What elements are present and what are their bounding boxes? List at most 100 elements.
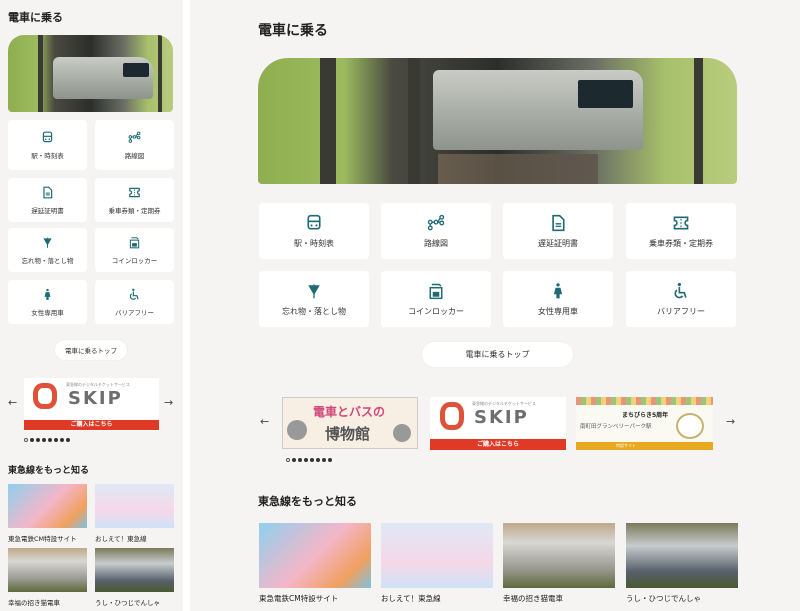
carousel-dot[interactable] — [48, 438, 52, 442]
menu-item-1[interactable]: 路線図 — [381, 203, 491, 259]
carousel-dot[interactable] — [54, 438, 58, 442]
menu-item-label: 女性専用車 — [538, 306, 578, 316]
menu-item-label: 路線図 — [424, 238, 448, 248]
carousel-dot[interactable] — [24, 438, 28, 442]
carousel-dot[interactable] — [36, 438, 40, 442]
more-item-label[interactable]: 東急電鉄CM特設サイト — [259, 593, 338, 604]
q-logo — [440, 402, 464, 430]
carousel-next-button[interactable]: → — [164, 396, 173, 409]
route-map-icon — [427, 214, 445, 230]
menu-item-0[interactable]: 駅・時刻表 — [8, 120, 87, 170]
menu-item-3[interactable]: 乗車券類・定期券 — [626, 203, 736, 259]
menu-item-1[interactable]: 路線図 — [95, 120, 174, 170]
carousel-dots — [24, 438, 70, 442]
carousel-dot[interactable] — [60, 438, 64, 442]
hero-image — [258, 58, 737, 184]
woman-icon — [44, 288, 51, 300]
menu-item-label: 忘れ物・落とし物 — [21, 256, 74, 265]
menu-item-3[interactable]: 乗車券類・定期券 — [95, 178, 174, 222]
menu-item-label: 遅延証明書 — [31, 206, 64, 215]
carousel-dot[interactable] — [66, 438, 70, 442]
banner-subtitle: 博物館 — [325, 425, 371, 443]
carousel-dot[interactable] — [322, 458, 326, 462]
carousel-dots — [286, 458, 332, 462]
umbrella-icon — [308, 283, 320, 298]
more-item-label[interactable]: 東急電鉄CM特設サイト — [8, 533, 77, 543]
wheelchair-icon — [674, 282, 687, 298]
menu-item-7[interactable]: バリアフリー — [95, 280, 174, 324]
carousel-dot[interactable] — [310, 458, 314, 462]
more-item-thumbnail[interactable] — [8, 484, 87, 528]
more-item-label[interactable]: おしえて！東急線 — [95, 533, 147, 543]
qskip-banner[interactable]: 東急線のデジタルチケットサービス SKIP ご購入はこちら — [430, 397, 566, 450]
train-top-button[interactable]: 電車に乗るトップ — [422, 342, 573, 367]
train-top-button[interactable]: 電車に乗るトップ — [55, 340, 127, 360]
locker-icon — [429, 283, 443, 299]
menu-item-2[interactable]: 遅延証明書 — [8, 178, 87, 222]
more-item-label[interactable]: うし・ひつじでんしゃ — [626, 593, 701, 604]
carousel-next-button[interactable]: → — [726, 415, 735, 428]
more-item-thumbnail[interactable] — [503, 523, 615, 588]
menu-item-5[interactable]: コインロッカー — [381, 271, 491, 327]
menu-item-label: 駅・時刻表 — [31, 151, 64, 160]
menu-item-label: 遅延証明書 — [538, 238, 578, 248]
menu-item-4[interactable]: 忘れ物・落とし物 — [8, 228, 87, 272]
carousel-dot[interactable] — [328, 458, 332, 462]
menu-item-2[interactable]: 遅延証明書 — [503, 203, 613, 259]
carousel-dot[interactable] — [316, 458, 320, 462]
menu-item-4[interactable]: 忘れ物・落とし物 — [259, 271, 369, 327]
menu-item-label: 女性専用車 — [31, 308, 64, 317]
more-section-title: 東急線をもっと知る — [258, 495, 357, 508]
umbrella-icon — [43, 237, 52, 248]
section-title: 電車に乗る — [258, 23, 328, 39]
more-item-thumbnail[interactable] — [259, 523, 371, 588]
menu-item-label: 路線図 — [124, 151, 145, 160]
menu-item-6[interactable]: 女性専用車 — [8, 280, 87, 324]
more-item-thumbnail[interactable] — [95, 548, 174, 592]
more-item-label[interactable]: おしえて！東急線 — [381, 593, 441, 604]
more-item-thumbnail[interactable] — [95, 484, 174, 528]
ticket-icon — [673, 215, 689, 230]
menu-item-label: 駅・時刻表 — [294, 238, 334, 248]
more-item-label[interactable]: 幸福の招き猫電車 — [8, 597, 60, 607]
banner-line1: まちびらき5周年 — [622, 412, 669, 419]
menu-item-label: 乗車券類・定期券 — [108, 206, 161, 215]
carousel-dot[interactable] — [298, 458, 302, 462]
woman-icon — [553, 282, 563, 298]
banner-cta: ご購入はこちら — [430, 439, 566, 450]
menu-item-label: 乗車券類・定期券 — [649, 238, 713, 248]
more-item-label[interactable]: 幸福の招き猫電車 — [503, 593, 563, 604]
menu-item-0[interactable]: 駅・時刻表 — [259, 203, 369, 259]
mobile-layout: 電車に乗る 駅・時刻表 路線図 遅延証明書 乗車券類・定期券 忘れ物・落とし物 コインロッ… — [0, 0, 183, 611]
qskip-banner[interactable]: 東急線のデジタルチケットサービス SKIP ご購入はこちら — [24, 378, 159, 431]
menu-item-5[interactable]: コインロッカー — [95, 228, 174, 272]
train-front-icon — [307, 214, 321, 230]
menu-item-label: 忘れ物・落とし物 — [282, 306, 346, 316]
document-icon — [43, 186, 53, 198]
carousel-prev-button[interactable]: ← — [8, 396, 17, 409]
carousel-dot[interactable] — [286, 458, 290, 462]
menu-item-label: バリアフリー — [657, 306, 705, 316]
carousel-dot[interactable] — [292, 458, 296, 462]
menu-item-6[interactable]: 女性専用車 — [503, 271, 613, 327]
more-item-thumbnail[interactable] — [626, 523, 738, 588]
desktop-layout: 電車に乗る 駅・時刻表 路線図 遅延証明書 乗車券類・定期券忘れ物・落とし物 コインロッ… — [190, 0, 800, 611]
more-item-thumbnail[interactable] — [8, 548, 87, 592]
menu-item-7[interactable]: バリアフリー — [626, 271, 736, 327]
hero-image — [8, 35, 173, 112]
carousel-dot[interactable] — [30, 438, 34, 442]
banner-line2: 南町田グランベリーパーク駅 — [580, 424, 652, 430]
more-item-label[interactable]: うし・ひつじでんしゃ — [95, 597, 160, 607]
q-logo — [33, 383, 57, 409]
menu-item-label: バリアフリー — [115, 308, 154, 317]
more-item-thumbnail[interactable] — [381, 523, 493, 588]
banner-logo-text: SKIP — [474, 407, 529, 428]
museum-banner[interactable]: 電車とバスの 博物館 — [282, 397, 418, 449]
route-map-icon — [128, 131, 141, 143]
anniversary-banner[interactable]: まちびらき5周年 南町田グランベリーパーク駅 特設サイト — [576, 397, 713, 450]
locker-icon — [129, 236, 140, 248]
carousel-dot[interactable] — [42, 438, 46, 442]
carousel-prev-button[interactable]: ← — [260, 415, 269, 428]
mascot-icon — [393, 424, 411, 442]
carousel-dot[interactable] — [304, 458, 308, 462]
